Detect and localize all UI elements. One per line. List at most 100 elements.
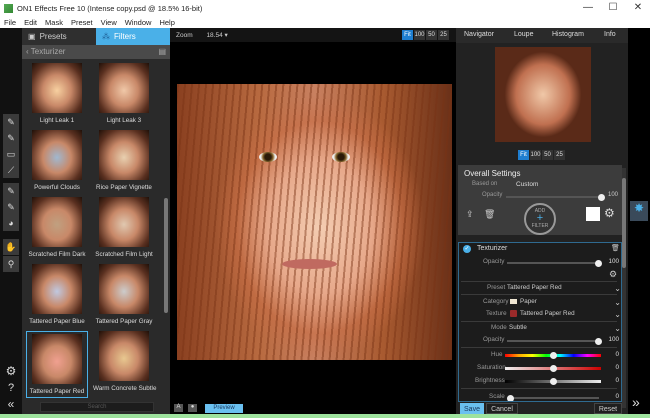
overall-opacity-value: 100 [608,192,619,198]
divider [461,321,617,322]
slider-knob[interactable] [595,259,602,267]
filter-preset-thumbnail[interactable]: Powerful Clouds [26,130,88,191]
preview-button[interactable]: Preview [205,404,243,413]
chevron-down-icon[interactable]: ⌄ [614,310,621,319]
slider-knob[interactable] [550,352,557,359]
menu-help[interactable]: Help [155,18,178,27]
list-view-icon[interactable]: ▤ [158,47,166,56]
filter-preset-thumbnail[interactable]: Rice Paper Vignette [93,130,155,191]
gear-icon[interactable]: ⚙ [604,206,615,220]
filter-gear-icon[interactable]: ⚙ [609,269,617,280]
filter-preset-thumbnail[interactable]: Warm Concrete Subtle [93,331,157,392]
menu-edit[interactable]: Edit [20,18,41,27]
mask-view-icon[interactable]: ● [188,404,197,412]
chevron-down-icon[interactable]: ⌄ [614,284,621,293]
reset-button[interactable]: Reset [594,403,622,414]
menu-view[interactable]: View [97,18,121,27]
clone-tool-icon[interactable]: ◕ [3,215,19,231]
preset-label: Light Leak 1 [39,117,75,124]
mask-swatch[interactable] [586,207,600,221]
preset-value[interactable]: Tattered Paper Red [507,284,562,291]
brightness-slider[interactable] [505,378,601,385]
zoom-value[interactable]: 18.54 [206,32,222,39]
menu-preset[interactable]: Preset [67,18,97,27]
slider-knob[interactable] [550,365,557,372]
chevron-down-icon[interactable]: ⌄ [614,298,621,307]
preset-label: Warm Concrete Subtle [93,385,157,392]
slider-knob[interactable] [598,193,605,201]
tab-presets[interactable]: ▣ Presets [22,28,96,45]
filter-effects-icon[interactable]: ✸ [630,201,648,221]
mask-tool-icon[interactable]: ▭ [3,146,19,162]
nav-zoom-50-button[interactable]: 50 [542,150,553,160]
menu-file[interactable]: File [0,18,20,27]
filter-preset-thumbnail[interactable]: Tattered Paper Blue [26,264,88,325]
close-button[interactable]: ✕ [628,2,648,13]
brush-tool-2-icon[interactable]: ✎ [3,130,19,146]
cancel-button[interactable]: Cancel [486,403,518,414]
overall-opacity-slider[interactable] [506,193,605,201]
category-value[interactable]: Paper [520,298,537,305]
filter-preset-thumbnail[interactable]: Scratched Film Dark [26,197,88,258]
filter-trash-icon[interactable]: 🗑 [611,244,620,252]
retouch-tool-2-icon[interactable]: ✎ [3,199,19,215]
menu-window[interactable]: Window [121,18,156,27]
menu-mask[interactable]: Mask [41,18,67,27]
mode-value[interactable]: Subtle [509,324,527,331]
based-on-value[interactable]: Custom [516,181,538,188]
trash-icon[interactable]: 🗑 [484,209,495,220]
collapse-right-icon[interactable]: » [632,394,640,410]
hue-slider[interactable] [505,352,601,359]
scale-slider[interactable] [507,394,599,401]
save-button[interactable]: Save [460,403,484,414]
minimize-button[interactable]: — [578,2,598,13]
tab-loupe[interactable]: Loupe [514,31,533,38]
filter-opacity-slider[interactable] [507,259,602,267]
search-input[interactable]: Search [40,402,154,412]
slider-knob[interactable] [507,394,514,401]
scrollbar[interactable] [164,198,168,313]
zoom-tool-icon[interactable]: ⚲ [3,256,19,272]
slider-knob[interactable] [550,378,557,385]
nav-zoom-25-button[interactable]: 25 [554,150,565,160]
texture-value[interactable]: Tattered Paper Red [520,310,575,317]
maximize-button[interactable]: ☐ [603,2,623,13]
zoom-fit-button[interactable]: Fit [402,30,413,40]
saturation-slider[interactable] [505,365,601,372]
compare-icon[interactable]: A [174,404,183,412]
panel-scrollbar[interactable] [622,168,626,408]
filter-preset-thumbnail[interactable]: Scratched Film Light [93,197,155,258]
slider-knob[interactable] [595,337,602,345]
texture-opacity-slider[interactable] [507,337,602,345]
tab-navigator[interactable]: Navigator [464,31,494,38]
zoom-50-button[interactable]: 50 [426,30,437,40]
retouch-tool-icon[interactable]: ✎ [3,183,19,199]
tab-filters[interactable]: ⁂ Filters [96,28,170,45]
photo-canvas[interactable] [177,84,452,360]
dropdown-icon[interactable]: ▾ [223,32,228,39]
filter-preset-thumbnail[interactable]: Tattered Paper Red [26,331,88,398]
chevron-down-icon[interactable]: ⌄ [614,324,621,333]
zoom-25-button[interactable]: 25 [438,30,449,40]
navigator-thumbnail[interactable] [495,47,591,142]
tab-info[interactable]: Info [604,31,616,38]
category-header[interactable]: ‹ Texturizer ▤ [22,45,170,59]
add-filter-button[interactable]: ADD + FILTER [524,203,556,235]
zoom-100-button[interactable]: 100 [414,30,425,40]
enable-check-icon[interactable]: ✓ [463,245,471,253]
filter-preset-thumbnail[interactable]: Light Leak 1 [26,63,88,124]
settings-gear-icon[interactable]: ⚙ [3,363,19,379]
gradient-tool-icon[interactable]: ⟋ [3,162,19,178]
texture-label: Texture [486,310,507,317]
nav-zoom-fit-button[interactable]: Fit [518,150,529,160]
filter-preset-thumbnail[interactable]: Tattered Paper Gray [93,264,155,325]
export-icon[interactable]: ⇪ [466,209,474,220]
filter-preset-thumbnail[interactable]: Light Leak 3 [93,63,155,124]
settings-panel: Navigator Loupe Histogram Info Fit 100 50 2… [456,28,628,414]
hand-tool-icon[interactable]: ✋ [3,239,19,255]
nav-zoom-100-button[interactable]: 100 [530,150,541,160]
collapse-left-icon[interactable]: « [3,396,19,412]
tab-histogram[interactable]: Histogram [552,31,584,38]
help-icon[interactable]: ? [3,380,19,396]
brush-tool-icon[interactable]: ✎ [3,114,19,130]
